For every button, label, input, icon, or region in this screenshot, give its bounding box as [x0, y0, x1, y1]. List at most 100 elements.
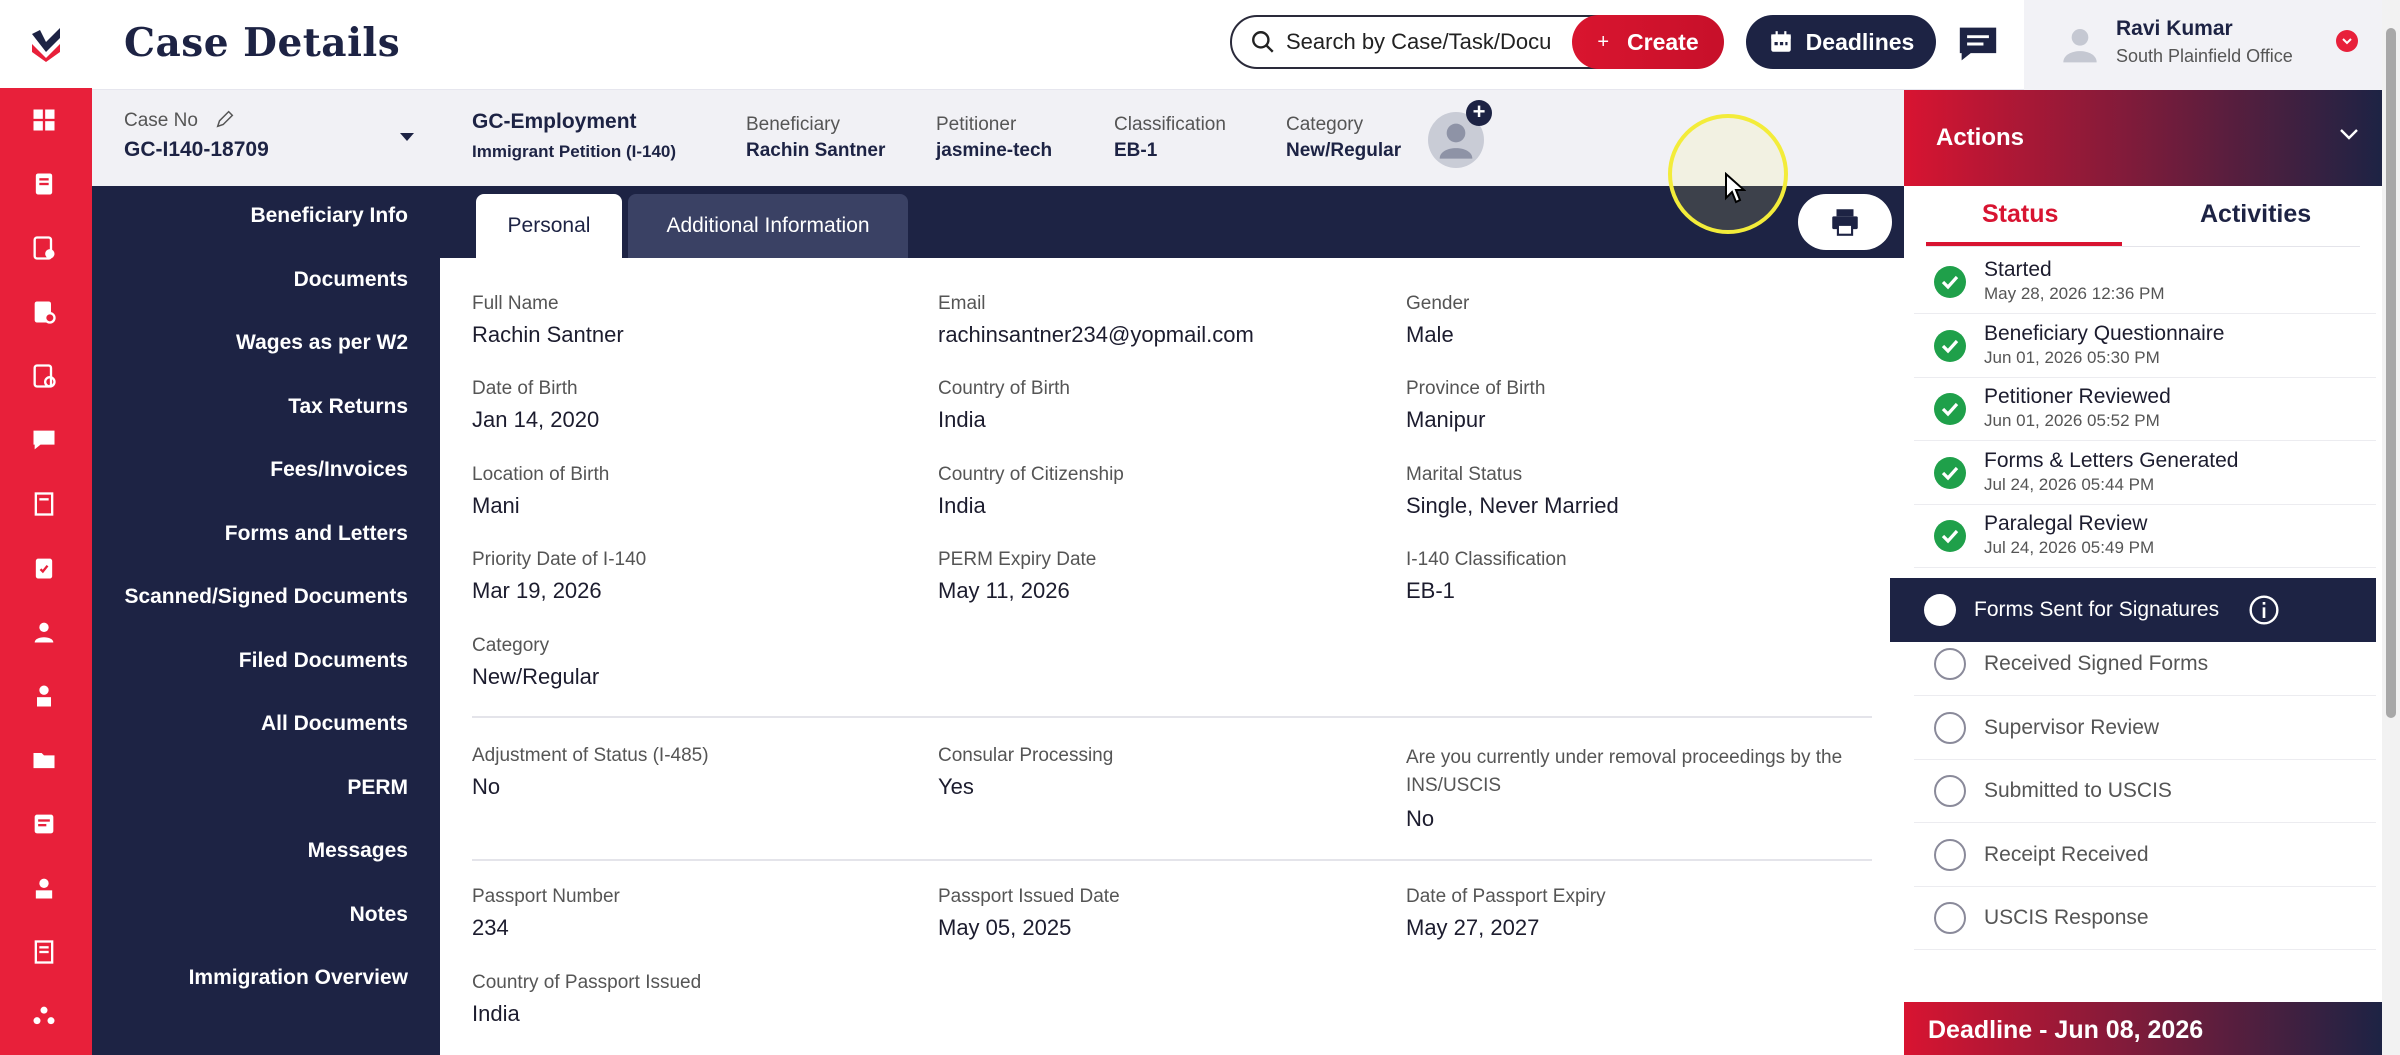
empty-circle-icon	[1934, 902, 1966, 934]
actions-title: Actions	[1936, 124, 2025, 151]
dashboard-icon[interactable]	[28, 104, 60, 136]
chevron-down-icon[interactable]	[2338, 126, 2360, 142]
field-label: Passport Issued Date	[938, 886, 1120, 907]
nav-filed-documents[interactable]: Filed Documents	[239, 649, 408, 673]
search-input[interactable]	[1286, 29, 1616, 55]
field-perm-expiry: PERM Expiry Date May 11, 2026	[938, 548, 1096, 604]
print-button[interactable]	[1798, 194, 1892, 250]
nav-perm[interactable]: PERM	[347, 776, 408, 800]
active-tab-underline	[1926, 242, 2122, 246]
field-country-of-birth: Country of Birth India	[938, 377, 1070, 433]
tab-status[interactable]: Status	[1982, 200, 2058, 229]
field-value: Mar 19, 2026	[472, 578, 602, 603]
field-priority-date: Priority Date of I-140 Mar 19, 2026	[472, 548, 646, 604]
empty-circle-icon	[1934, 712, 1966, 744]
icon-rail	[0, 0, 92, 1055]
field-location-of-birth: Location of Birth Mani	[472, 463, 609, 519]
field-citizenship: Country of Citizenship India	[938, 463, 1124, 519]
field-value: Yes	[938, 774, 974, 799]
nav-wages-w2[interactable]: Wages as per W2	[236, 331, 408, 355]
nav-scanned-signed[interactable]: Scanned/Signed Documents	[124, 585, 408, 609]
team-icon[interactable]	[28, 872, 60, 904]
status-item[interactable]: Beneficiary Questionnaire Jun 01, 2026 05…	[1914, 314, 2376, 378]
deadlines-button[interactable]: Deadlines	[1746, 15, 1936, 69]
chat-button[interactable]	[1956, 24, 2000, 64]
scrollbar-thumb[interactable]	[2386, 28, 2396, 718]
logo-icon	[32, 28, 60, 62]
status-name: Paralegal Review	[1984, 512, 2148, 535]
tab-additional-information[interactable]: Additional Information	[628, 194, 908, 258]
nav-all-documents[interactable]: All Documents	[261, 712, 408, 736]
cases-icon[interactable]	[28, 168, 60, 200]
nav-tax-returns[interactable]: Tax Returns	[288, 395, 408, 419]
petitioner-value: jasmine-tech	[936, 140, 1053, 161]
case-dropdown-icon[interactable]	[398, 130, 416, 144]
status-name: USCIS Response	[1984, 906, 2149, 929]
tasks-icon[interactable]	[28, 232, 60, 264]
status-item[interactable]: USCIS Response	[1914, 886, 2376, 950]
field-passport-issued-date: Passport Issued Date May 05, 2025	[938, 885, 1120, 941]
status-item[interactable]: Receipt Received	[1914, 823, 2376, 887]
nav-fees-invoices[interactable]: Fees/Invoices	[270, 458, 408, 482]
calendar-icon	[1770, 31, 1791, 52]
book-icon[interactable]	[28, 488, 60, 520]
beneficiary-icon[interactable]	[28, 680, 60, 712]
edit-icon[interactable]	[214, 108, 236, 130]
note-icon[interactable]	[28, 808, 60, 840]
user-icon[interactable]	[28, 616, 60, 648]
chat-icon	[1959, 27, 1997, 61]
reports-icon[interactable]	[28, 360, 60, 392]
nav-messages[interactable]: Messages	[308, 839, 408, 863]
status-item[interactable]: Petitioner Reviewed Jun 01, 2026 05:52 PM	[1914, 377, 2376, 441]
field-adjustment-of-status: Adjustment of Status (I-485) No	[472, 744, 709, 800]
field-label: Are you currently under removal proceedi…	[1406, 747, 1843, 796]
mouse-cursor-icon	[1725, 172, 1746, 204]
settings-group-icon[interactable]	[28, 1000, 60, 1032]
field-label: Country of Passport Issued	[472, 972, 702, 993]
calendar-doc-icon[interactable]	[28, 296, 60, 328]
actions-header[interactable]: Actions	[1904, 90, 2382, 186]
category-label: Category	[1286, 114, 1364, 135]
section-divider	[472, 859, 1872, 861]
case-number: GC-I140-18709	[124, 138, 269, 161]
status-item[interactable]: Supervisor Review	[1914, 696, 2376, 760]
check-circle-icon	[1934, 266, 1966, 298]
beneficiary-value: Rachin Santner	[746, 140, 886, 161]
chevron-down-icon[interactable]	[2336, 30, 2358, 52]
field-value: Mani	[472, 493, 520, 518]
user-menu[interactable]: Ravi Kumar South Plainfield Office	[2024, 0, 2382, 90]
folder-icon[interactable]	[28, 744, 60, 776]
nav-forms-letters[interactable]: Forms and Letters	[225, 522, 408, 546]
status-item[interactable]: Submitted to USCIS	[1914, 759, 2376, 823]
tab-personal[interactable]: Personal	[476, 194, 622, 258]
status-item[interactable]: Started May 28, 2026 12:36 PM	[1914, 250, 2376, 314]
message-icon[interactable]	[28, 424, 60, 456]
field-value: India	[938, 407, 986, 432]
nav-immigration-overview[interactable]: Immigration Overview	[189, 966, 408, 990]
status-item[interactable]: Received Signed Forms	[1914, 632, 2376, 696]
field-value: May 05, 2025	[938, 915, 1072, 940]
status-item[interactable]: Paralegal Review Jul 24, 2026 05:49 PM	[1914, 504, 2376, 568]
deadline-banner[interactable]: Deadline - Jun 08, 2026	[1904, 1002, 2382, 1055]
nav-documents[interactable]: Documents	[294, 268, 408, 292]
nav-notes[interactable]: Notes	[350, 903, 408, 927]
actions-panel: Status Activities Started May 28, 2026 12…	[1890, 186, 2382, 1004]
search-icon	[1252, 31, 1274, 53]
status-item[interactable]: Forms & Letters Generated Jul 24, 2026 05…	[1914, 441, 2376, 505]
field-value: India	[472, 1001, 520, 1026]
field-value: EB-1	[1406, 578, 1455, 603]
empty-circle-icon	[1924, 594, 1956, 626]
create-button[interactable]: + Create	[1572, 15, 1724, 69]
info-icon[interactable]	[2248, 594, 2280, 631]
add-assignee-icon[interactable]: +	[1466, 100, 1492, 126]
clipboard-icon[interactable]	[28, 552, 60, 584]
ledger-icon[interactable]	[28, 936, 60, 968]
field-label: Province of Birth	[1406, 378, 1546, 399]
field-removal-proceedings: Are you currently under removal proceedi…	[1406, 744, 1866, 832]
field-value: May 11, 2026	[938, 578, 1070, 603]
tab-activities[interactable]: Activities	[2200, 200, 2311, 229]
nav-beneficiary-info[interactable]: Beneficiary Info	[250, 204, 408, 228]
app-logo[interactable]	[0, 0, 92, 88]
user-office: South Plainfield Office	[2116, 46, 2293, 66]
field-value: 234	[472, 915, 509, 940]
